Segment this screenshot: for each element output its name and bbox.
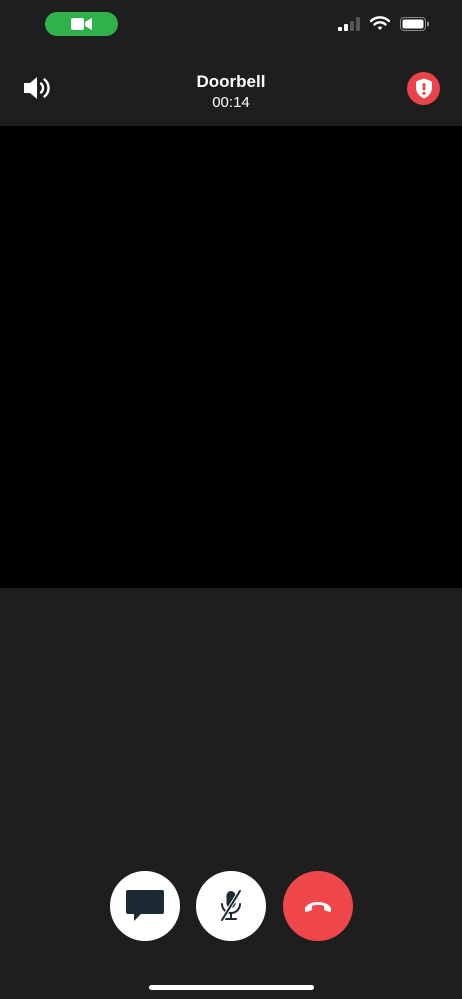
call-title-block: Doorbell 00:14	[0, 72, 462, 112]
call-controls	[0, 871, 462, 941]
chat-button[interactable]	[110, 871, 180, 941]
microphone-muted-icon	[220, 889, 242, 922]
phone-hangup-icon	[305, 902, 331, 912]
status-icons	[338, 16, 430, 31]
mute-button[interactable]	[196, 871, 266, 941]
active-call-pill[interactable]	[45, 12, 118, 36]
shield-alert-icon	[415, 78, 432, 99]
video-camera-icon	[70, 18, 92, 30]
chat-bubble-icon	[126, 890, 164, 921]
video-feed	[0, 126, 462, 588]
call-header: Doorbell 00:14	[0, 48, 462, 126]
wifi-icon	[370, 16, 390, 30]
call-timer: 00:14	[212, 94, 250, 111]
end-call-button[interactable]	[283, 871, 353, 941]
home-indicator[interactable]	[149, 985, 314, 990]
caller-name: Doorbell	[196, 72, 266, 91]
cellular-signal-icon	[338, 16, 360, 31]
alert-button[interactable]	[407, 72, 440, 105]
battery-icon	[400, 16, 429, 31]
status-bar	[0, 0, 462, 48]
